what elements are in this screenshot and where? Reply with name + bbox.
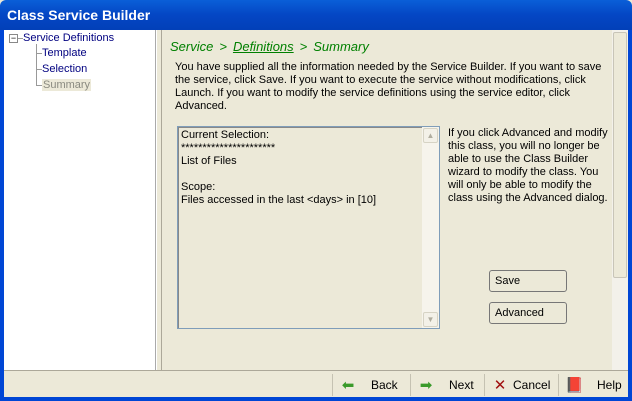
cancel-x-icon: ✕ [493, 377, 507, 394]
tree-node-selection[interactable]: Selection [42, 63, 87, 75]
content-pane: Service > Definitions > Summary You have sup… [162, 30, 612, 370]
back-button[interactable]: ⬅ Back [332, 374, 410, 396]
advanced-note: If you click Advanced and modify this cl… [448, 127, 608, 204]
advanced-button[interactable]: Advanced [489, 302, 567, 324]
selection-scrollbar[interactable]: ▲ ▼ [422, 127, 439, 328]
breadcrumb: Service > Definitions > Summary [170, 39, 375, 54]
cancel-label: Cancel [513, 378, 551, 392]
help-label: Help [597, 378, 622, 392]
help-book-icon: 📕 [565, 377, 584, 394]
collapse-icon[interactable]: − [9, 34, 18, 43]
window-title: Class Service Builder [7, 7, 151, 23]
scroll-down-icon[interactable]: ▼ [423, 312, 438, 327]
next-arrow-icon: ➡ [419, 377, 433, 394]
crumb-service: Service [170, 39, 214, 54]
tree-node-template[interactable]: Template [42, 47, 87, 59]
tree-node-service-definitions[interactable]: Service Definitions [23, 32, 114, 44]
crumb-definitions-link[interactable]: Definitions [233, 39, 294, 54]
tree-view: − Service Definitions Template Selection… [4, 30, 156, 370]
selection-textbox[interactable]: Current Selection: *********************… [177, 126, 440, 329]
selection-text: Current Selection: *********************… [181, 129, 377, 206]
scroll-up-icon[interactable]: ▲ [423, 128, 438, 143]
back-arrow-icon: ⬅ [341, 377, 355, 394]
next-label: Next [449, 378, 474, 392]
vertical-scrollbar[interactable] [612, 30, 628, 370]
next-button[interactable]: ➡ Next [410, 374, 484, 396]
title-bar: Class Service Builder [0, 0, 632, 30]
tree-node-summary[interactable]: Summary [42, 79, 92, 91]
scroll-thumb[interactable] [613, 32, 627, 278]
help-button[interactable]: 📕 Help [558, 374, 628, 396]
crumb-summary: Summary [313, 39, 369, 54]
crumb-sep: > [299, 39, 308, 54]
back-label: Back [371, 378, 398, 392]
crumb-sep: > [219, 39, 227, 54]
intro-text: You have supplied all the information ne… [175, 61, 602, 112]
save-button[interactable]: Save [489, 270, 567, 292]
nav-bar: ⬅ Back ➡ Next ✕ Cancel 📕 Help [4, 370, 628, 397]
cancel-button[interactable]: ✕ Cancel [484, 374, 558, 396]
